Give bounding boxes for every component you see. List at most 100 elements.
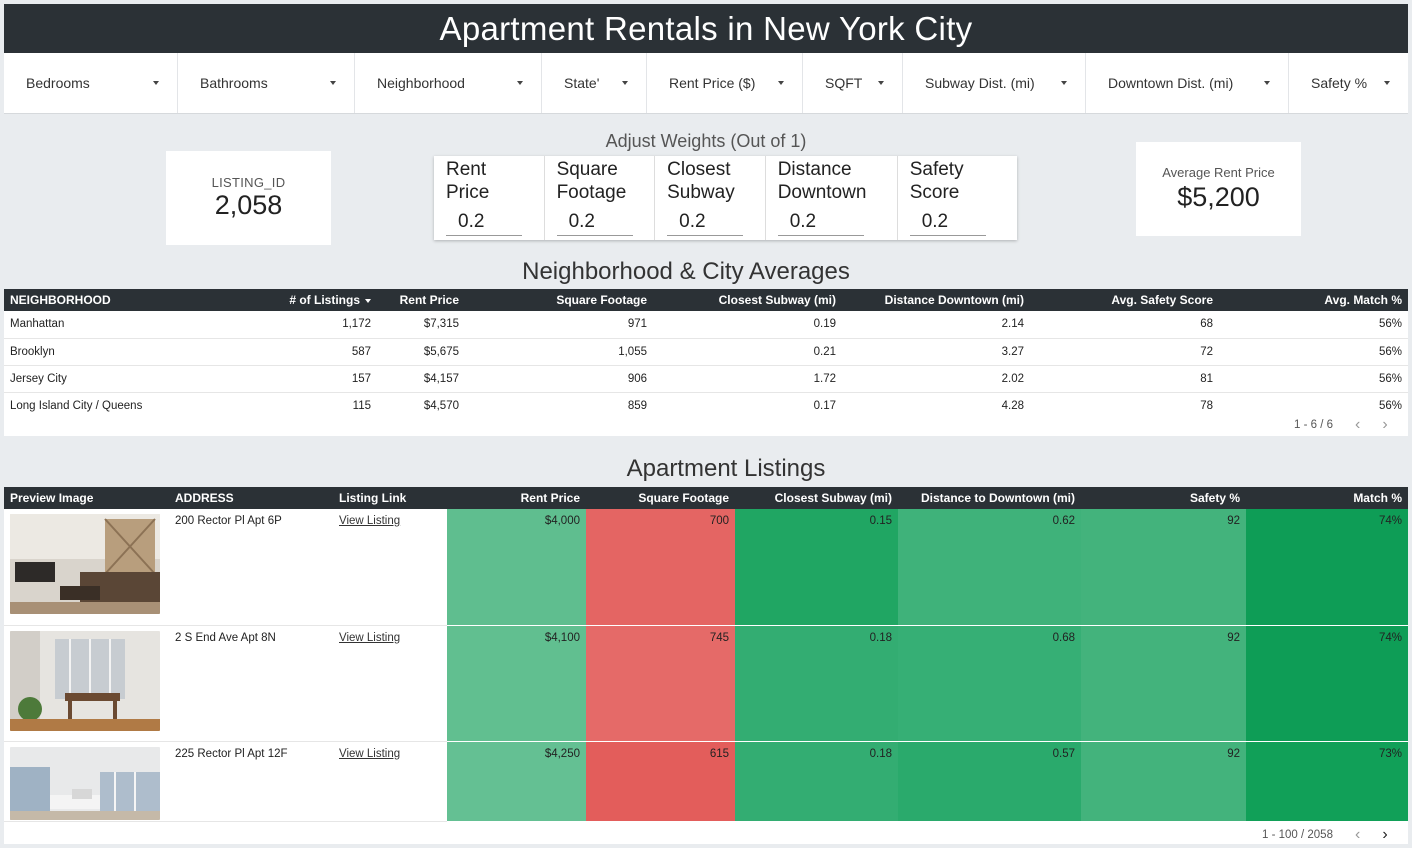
cell-closest-subway: 0.17	[813, 399, 836, 412]
view-listing-link[interactable]: View Listing	[339, 748, 400, 760]
chevron-right-icon[interactable]: ›	[1382, 826, 1387, 844]
listings-table: Preview Image ADDRESS Listing Link Rent …	[4, 487, 1408, 822]
weight-rent-price: Rent Price 0.2	[434, 156, 545, 240]
caret-down-icon	[1384, 81, 1390, 85]
average-rent-card: Average Rent Price $5,200	[1136, 142, 1301, 236]
col-header-distance-downtown[interactable]: Distance to Downtown (mi)	[898, 487, 1081, 509]
table-header-row: Preview Image ADDRESS Listing Link Rent …	[4, 487, 1408, 509]
cell-neighborhood: Manhattan	[4, 311, 204, 339]
filter-neighborhood[interactable]: Neighborhood	[355, 53, 542, 113]
pager-range: 1 - 6 / 6	[1294, 419, 1333, 431]
cell-square-footage: 859	[627, 399, 647, 412]
weight-label: Closest Subway	[667, 159, 735, 203]
neighborhood-table: NEIGHBORHOOD # of Listings Rent Price Sq…	[4, 289, 1408, 419]
col-header-neighborhood[interactable]: NEIGHBORHOOD	[4, 289, 204, 311]
col-header-safety-score[interactable]: Avg. Safety Score	[1030, 289, 1219, 311]
weight-label: Safety Score	[909, 159, 964, 203]
cell-square-footage: 615	[586, 741, 735, 822]
cell-safety-score: 68	[1030, 311, 1219, 339]
cell-closest-subway: 0.18	[735, 741, 898, 822]
cell-neighborhood: Long Island City / Queens	[10, 399, 143, 412]
weight-distance-downtown: Distance Downtown 0.2	[766, 156, 898, 240]
weight-input-safety-score[interactable]: 0.2	[909, 211, 986, 236]
weight-input-square-footage[interactable]: 0.2	[556, 211, 633, 236]
filter-label: Neighborhood	[377, 75, 465, 91]
average-rent-value: $5,200	[1177, 182, 1260, 212]
cell-square-footage: 1,055	[465, 338, 653, 366]
cell-closest-subway: 0.19	[653, 311, 842, 339]
weight-closest-subway: Closest Subway 0.2	[655, 156, 766, 240]
cell-preview-image	[4, 741, 169, 822]
apartment-photo[interactable]	[10, 746, 160, 820]
filter-label: Bedrooms	[26, 75, 90, 91]
cell-listings: 157	[204, 365, 377, 393]
filter-bedrooms[interactable]: Bedrooms	[4, 53, 178, 113]
table-row: 200 Rector Pl Apt 6P View Listing $4,000…	[4, 509, 1408, 626]
cell-closest-subway: 0.18	[735, 625, 898, 742]
apartment-photo[interactable]	[10, 630, 160, 731]
col-header-listings[interactable]: # of Listings	[204, 289, 377, 311]
filter-bar: Bedrooms Bathrooms Neighborhood State' R…	[4, 53, 1408, 114]
cell-safety: 92	[1081, 625, 1246, 742]
filter-label: Rent Price ($)	[669, 75, 756, 91]
weight-input-rent-price[interactable]: 0.2	[446, 211, 522, 236]
col-header-listing-link[interactable]: Listing Link	[333, 487, 447, 509]
cell-rent-price: $7,315	[377, 311, 465, 339]
filter-sqft[interactable]: SQFT	[803, 53, 903, 113]
col-header-safety[interactable]: Safety %	[1081, 487, 1246, 509]
cell-safety: 92	[1081, 741, 1246, 822]
cell-rent-price: $4,100	[447, 625, 586, 742]
col-header-label: # of Listings	[289, 293, 360, 307]
filter-rent-price[interactable]: Rent Price ($)	[647, 53, 803, 113]
chevron-left-icon[interactable]: ‹	[1355, 416, 1360, 434]
filter-label: State'	[564, 75, 600, 91]
neighborhood-pager: 1 - 6 / 6 ‹ ›	[1294, 416, 1388, 434]
col-header-square-footage[interactable]: Square Footage	[586, 487, 735, 509]
caret-down-icon	[517, 81, 523, 85]
table-row: Manhattan 1,172 $7,315 971 0.19 2.14 68 …	[4, 311, 1408, 339]
chevron-left-icon[interactable]: ‹	[1355, 826, 1360, 844]
col-header-rent-price[interactable]: Rent Price	[447, 487, 586, 509]
cell-match: 73%	[1246, 741, 1408, 822]
caret-down-icon	[778, 81, 784, 85]
filter-safety[interactable]: Safety %	[1289, 53, 1408, 113]
cell-rent-price: $4,250	[447, 741, 586, 822]
filter-downtown-dist[interactable]: Downtown Dist. (mi)	[1086, 53, 1289, 113]
filter-subway-dist[interactable]: Subway Dist. (mi)	[903, 53, 1086, 113]
view-listing-link[interactable]: View Listing	[339, 515, 400, 527]
col-header-rent-price[interactable]: Rent Price	[377, 289, 465, 311]
cell-distance-downtown: 0.62	[898, 509, 1081, 626]
col-header-match[interactable]: Match %	[1246, 487, 1408, 509]
average-rent-label: Average Rent Price	[1162, 165, 1275, 180]
view-listing-link[interactable]: View Listing	[339, 632, 400, 644]
cell-closest-subway: 0.15	[735, 509, 898, 626]
filter-label: SQFT	[825, 75, 863, 91]
apartment-photo[interactable]	[10, 514, 160, 614]
cell-distance-downtown: 2.14	[842, 311, 1030, 339]
col-header-preview-image[interactable]: Preview Image	[4, 487, 169, 509]
chevron-right-icon[interactable]: ›	[1382, 416, 1387, 434]
filter-label: Safety %	[1311, 75, 1368, 91]
col-header-distance-downtown[interactable]: Distance Downtown (mi)	[842, 289, 1030, 311]
table-row: Brooklyn 587 $5,675 1,055 0.21 3.27 72 5…	[4, 338, 1408, 366]
cell-match: 56%	[1219, 338, 1408, 366]
col-header-closest-subway[interactable]: Closest Subway (mi)	[735, 487, 898, 509]
weight-input-closest-subway[interactable]: 0.2	[667, 211, 744, 236]
listing-count-label: LISTING_ID	[211, 175, 286, 190]
neighborhood-section-title: Neighborhood & City Averages	[522, 258, 850, 285]
weight-input-distance-downtown[interactable]: 0.2	[777, 211, 864, 236]
cell-rent-price: $4,000	[447, 509, 586, 626]
weight-safety-score: Safety Score 0.2	[898, 156, 1017, 240]
cell-distance-downtown: 4.28	[1001, 399, 1024, 412]
col-header-address[interactable]: ADDRESS	[169, 487, 333, 509]
cell-match: 56%	[1219, 365, 1408, 393]
table-row: Jersey City 157 $4,157 906 1.72 2.02 81 …	[4, 365, 1408, 393]
filter-state[interactable]: State'	[542, 53, 647, 113]
col-header-closest-subway[interactable]: Closest Subway (mi)	[653, 289, 842, 311]
dashboard-title: Apartment Rentals in New York City	[4, 4, 1408, 53]
cell-rent-price: $4,570	[423, 399, 459, 412]
cell-square-footage: 745	[586, 625, 735, 742]
col-header-match[interactable]: Avg. Match %	[1219, 289, 1408, 311]
col-header-square-footage[interactable]: Square Footage	[465, 289, 653, 311]
filter-bathrooms[interactable]: Bathrooms	[178, 53, 355, 113]
